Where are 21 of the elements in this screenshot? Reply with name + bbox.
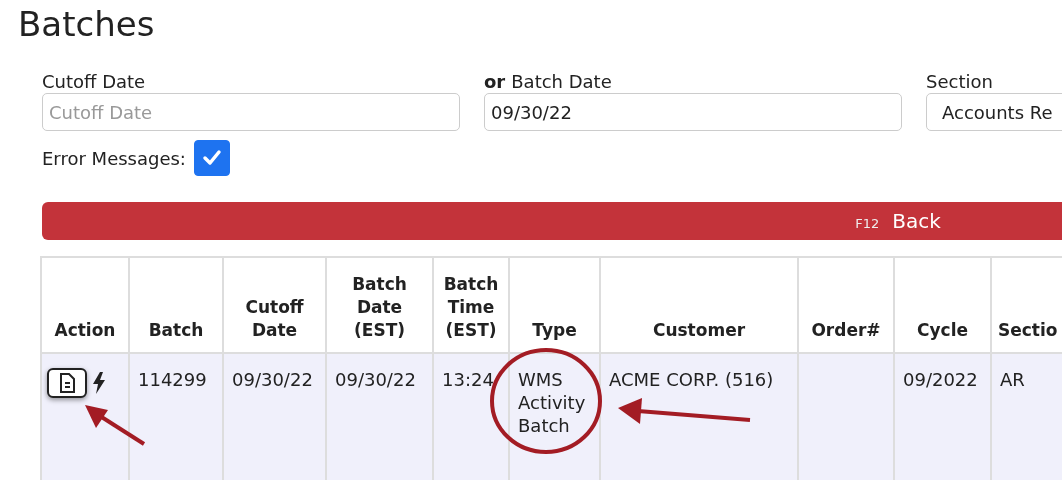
- annotation-arrow: [85, 405, 146, 446]
- table-cell: ACME CORP. (516): [600, 353, 798, 480]
- table-cell: 13:24: [433, 353, 509, 480]
- date-field[interactable]: Cutoff Date: [42, 93, 460, 131]
- table-cell: AR: [991, 353, 1062, 480]
- table-cell: 09/30/22: [326, 353, 433, 480]
- table-cell: 09/30/22: [223, 353, 326, 480]
- checkbox[interactable]: [193, 140, 230, 176]
- error-messages-label: Error Messages:: [42, 147, 186, 169]
- page-title: Batches: [17, 3, 156, 46]
- field-label: Section: [926, 71, 994, 93]
- table-cell: 09/2022: [894, 353, 991, 480]
- back-button[interactable]: F12 Back: [42, 202, 1062, 240]
- field-label: or Batch Date: [484, 71, 613, 93]
- document-button[interactable]: [47, 368, 87, 398]
- table-cell: 114299: [129, 353, 223, 480]
- table-cell: WMS Activity Batch: [509, 353, 600, 480]
- lightning-icon: [93, 372, 105, 394]
- date-field[interactable]: 09/30/22: [484, 93, 902, 131]
- section-select[interactable]: Accounts Re: [926, 93, 1062, 131]
- field-label: Cutoff Date: [42, 71, 147, 93]
